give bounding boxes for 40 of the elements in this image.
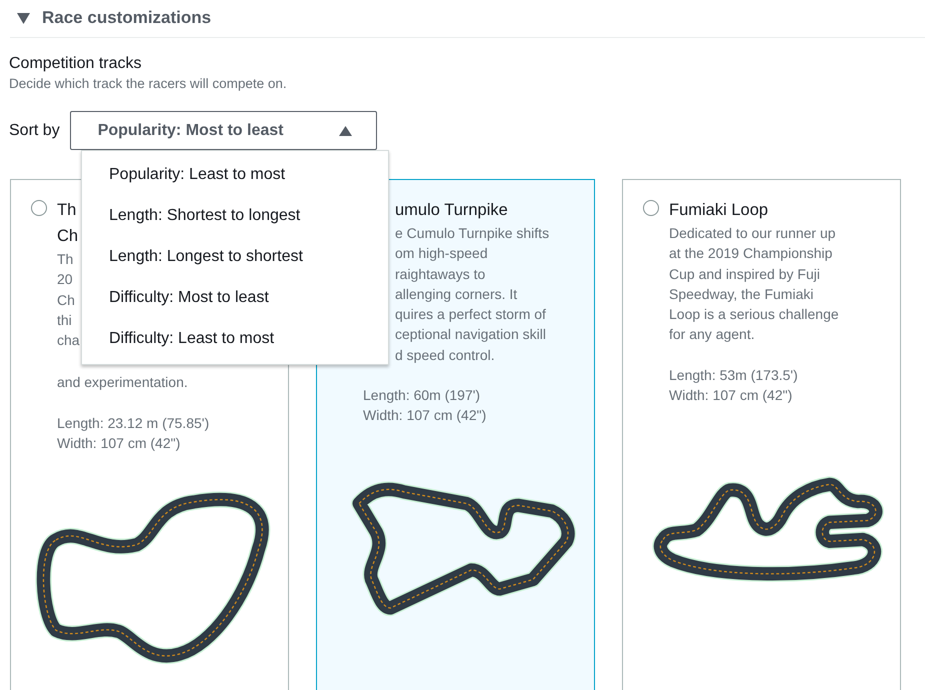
track-description: cha <box>57 331 80 350</box>
track-card[interactable]: Fumiaki Loop Dedicated to our runner up at the 2019 Championship Cup and inspired by Fuji Speedway, the Fumiaki Loop is a serious challenge for any agent. Length: 53m (173.5') Width: 107 cm (42") <box>622 179 901 690</box>
track-description: Loop is a serious challenge <box>669 305 839 324</box>
caret-icon <box>338 126 352 136</box>
caret-icon[interactable] <box>17 12 30 24</box>
radio-button[interactable] <box>643 200 659 216</box>
track-description: e Cumulo Turnpike shifts <box>395 224 550 243</box>
track-title: Ch <box>57 226 78 247</box>
radio-button[interactable] <box>31 200 47 216</box>
track-description: om high-speed <box>395 244 488 264</box>
track-title: umulo Turnpike <box>395 200 508 221</box>
track-description: Ch <box>57 290 75 310</box>
track-description: ceptional navigation skill <box>395 325 546 344</box>
track-description: quires a perfect storm of <box>395 305 546 324</box>
sort-label: Sort by <box>9 122 60 140</box>
track-length: Length: 60m (197') <box>363 386 480 406</box>
track-length: Length: 53m (173.5') <box>669 366 798 385</box>
track-length: Length: 23.12 m (75.85') <box>57 414 210 433</box>
track-description: for any agent. <box>669 325 755 344</box>
track-title: Th <box>57 200 76 221</box>
sort-select[interactable]: Popularity: Most to least <box>70 111 377 150</box>
track-description: 20 <box>57 270 73 290</box>
track-title: Fumiaki Loop <box>669 200 768 221</box>
track-description: Th <box>57 250 74 269</box>
track-description: raightaways to <box>395 264 486 284</box>
track-description: and experimentation. <box>57 373 188 392</box>
track-description: Dedicated to our runner up <box>669 224 836 243</box>
track-description: d speed control. <box>395 346 495 365</box>
track-description: at the 2019 Championship <box>669 244 832 264</box>
track-width: Width: 107 cm (42") <box>57 434 180 454</box>
track-description: Speedway, the Fumiaki <box>669 284 814 304</box>
track-width: Width: 107 cm (42") <box>669 386 792 406</box>
field-description: Decide which track the racers will compete on. <box>9 76 288 91</box>
track-card[interactable]: umulo Turnpike e Cumulo Turnpike shifts om high-speed raightaways to allenging corners. It quires a perfect storm of ceptional navigation skill d speed control. Length: 60m (197') Width: 107 cm (42") <box>316 179 595 690</box>
track-description: allenging corners. It <box>395 284 518 304</box>
track-description: Cup and inspired by Fuji <box>669 264 820 284</box>
section-title: Race customizations <box>42 8 212 28</box>
track-description: thi <box>57 310 72 330</box>
track-width: Width: 107 cm (42") <box>363 406 486 426</box>
field-label: Competition tracks <box>9 55 142 73</box>
